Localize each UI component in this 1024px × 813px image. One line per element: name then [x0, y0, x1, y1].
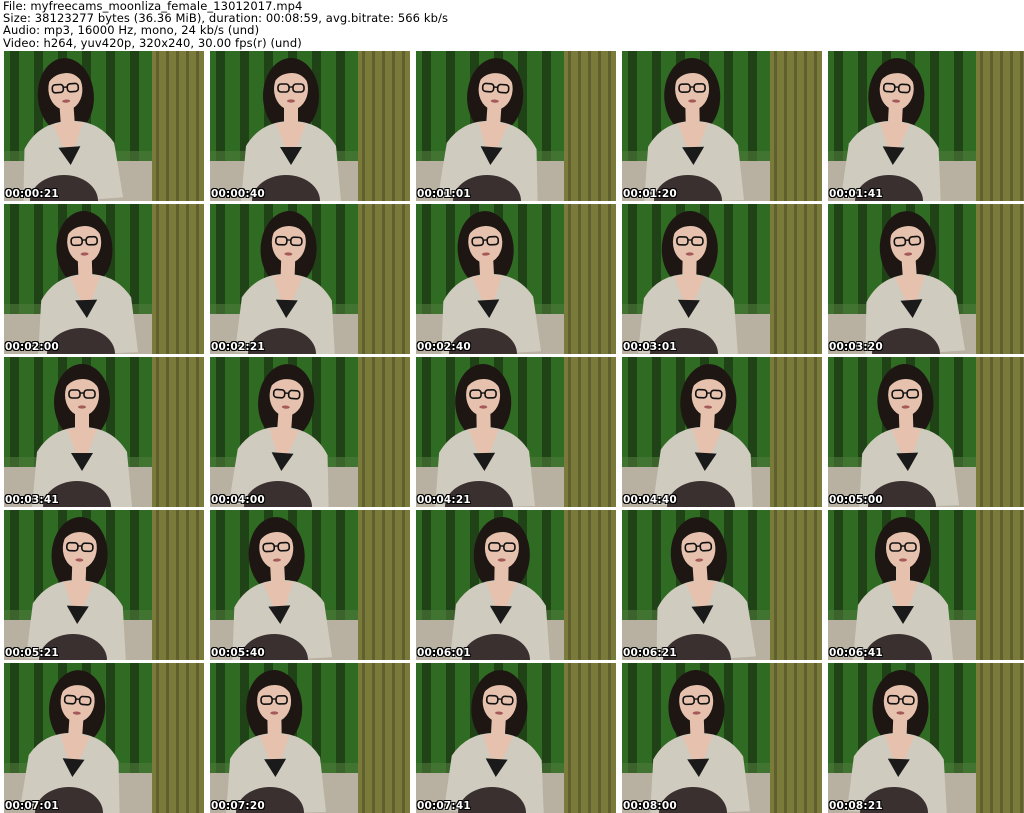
video-thumbnail[interactable]: 00:04:21 — [416, 357, 616, 507]
thumbnail-timestamp: 00:04:40 — [623, 494, 677, 506]
thumbnail-timestamp: 00:00:40 — [211, 188, 265, 200]
frame-picture — [416, 357, 616, 507]
thumbnail-timestamp: 00:03:41 — [5, 494, 59, 506]
thumbnail-timestamp: 00:02:00 — [5, 341, 59, 353]
video-thumbnail[interactable]: 00:07:41 — [416, 663, 616, 813]
frame-picture — [210, 663, 410, 813]
thumbnail-timestamp: 00:08:21 — [829, 800, 883, 812]
thumbnail-timestamp: 00:02:40 — [417, 341, 471, 353]
frame-picture — [622, 663, 822, 813]
video-thumbnail[interactable]: 00:02:21 — [210, 204, 410, 354]
frame-picture — [416, 663, 616, 813]
video-info-header: File: myfreecams_moonliza_female_1301201… — [3, 0, 1021, 50]
audio-info-line: Audio: mp3, 16000 Hz, mono, 24 kb/s (und… — [3, 24, 1021, 36]
thumbnail-timestamp: 00:01:20 — [623, 188, 677, 200]
thumbnail-timestamp: 00:02:21 — [211, 341, 265, 353]
video-thumbnail[interactable]: 00:00:40 — [210, 51, 410, 201]
video-thumbnail[interactable]: 00:07:01 — [4, 663, 204, 813]
video-thumbnail[interactable]: 00:02:40 — [416, 204, 616, 354]
video-thumbnail[interactable]: 00:04:00 — [210, 357, 410, 507]
thumbnail-timestamp: 00:05:00 — [829, 494, 883, 506]
thumbnail-timestamp: 00:04:21 — [417, 494, 471, 506]
frame-picture — [4, 204, 204, 354]
video-thumbnail[interactable]: 00:08:00 — [622, 663, 822, 813]
frame-picture — [4, 510, 204, 660]
thumbnail-timestamp: 00:07:41 — [417, 800, 471, 812]
frame-picture — [4, 51, 204, 201]
video-thumbnail[interactable]: 00:05:00 — [828, 357, 1024, 507]
video-thumbnail[interactable]: 00:08:21 — [828, 663, 1024, 813]
thumbnail-timestamp: 00:04:00 — [211, 494, 265, 506]
frame-picture — [622, 51, 822, 201]
video-thumbnail[interactable]: 00:06:21 — [622, 510, 822, 660]
video-thumbnail[interactable]: 00:02:00 — [4, 204, 204, 354]
frame-picture — [4, 663, 204, 813]
video-thumbnail[interactable]: 00:03:01 — [622, 204, 822, 354]
frame-picture — [622, 357, 822, 507]
thumbnail-timestamp: 00:01:41 — [829, 188, 883, 200]
thumbnail-timestamp: 00:06:21 — [623, 647, 677, 659]
frame-picture — [210, 204, 410, 354]
video-thumbnail[interactable]: 00:06:41 — [828, 510, 1024, 660]
thumbnail-grid: 00:00:21 00:00:40 00:01:01 00:01:20 00:01:41… — [0, 51, 1024, 811]
video-thumbnail[interactable]: 00:01:41 — [828, 51, 1024, 201]
thumbnail-timestamp: 00:01:01 — [417, 188, 471, 200]
video-thumbnail[interactable]: 00:01:01 — [416, 51, 616, 201]
frame-picture — [828, 663, 1024, 813]
thumbnail-timestamp: 00:03:20 — [829, 341, 883, 353]
video-thumbnail[interactable]: 00:03:20 — [828, 204, 1024, 354]
video-thumbnail[interactable]: 00:06:01 — [416, 510, 616, 660]
frame-picture — [416, 510, 616, 660]
frame-picture — [828, 51, 1024, 201]
thumbnail-timestamp: 00:06:41 — [829, 647, 883, 659]
video-thumbnail[interactable]: 00:05:21 — [4, 510, 204, 660]
frame-picture — [210, 357, 410, 507]
frame-picture — [828, 357, 1024, 507]
video-info-line: Video: h264, yuv420p, 320x240, 30.00 fps… — [3, 37, 1021, 49]
frame-picture — [210, 510, 410, 660]
video-thumbnail[interactable]: 00:03:41 — [4, 357, 204, 507]
thumbnail-timestamp: 00:00:21 — [5, 188, 59, 200]
thumbnail-timestamp: 00:08:00 — [623, 800, 677, 812]
thumbnail-timestamp: 00:07:01 — [5, 800, 59, 812]
frame-picture — [622, 204, 822, 354]
frame-picture — [210, 51, 410, 201]
video-thumbnail[interactable]: 00:04:40 — [622, 357, 822, 507]
frame-picture — [828, 204, 1024, 354]
thumbnail-timestamp: 00:03:01 — [623, 341, 677, 353]
frame-picture — [622, 510, 822, 660]
thumbnail-timestamp: 00:05:40 — [211, 647, 265, 659]
thumbnail-timestamp: 00:05:21 — [5, 647, 59, 659]
frame-picture — [416, 51, 616, 201]
video-thumbnail[interactable]: 00:00:21 — [4, 51, 204, 201]
video-thumbnail[interactable]: 00:01:20 — [622, 51, 822, 201]
frame-picture — [416, 204, 616, 354]
frame-picture — [4, 357, 204, 507]
thumbnail-timestamp: 00:06:01 — [417, 647, 471, 659]
video-thumbnail[interactable]: 00:07:20 — [210, 663, 410, 813]
frame-picture — [828, 510, 1024, 660]
video-thumbnail[interactable]: 00:05:40 — [210, 510, 410, 660]
thumbnail-timestamp: 00:07:20 — [211, 800, 265, 812]
